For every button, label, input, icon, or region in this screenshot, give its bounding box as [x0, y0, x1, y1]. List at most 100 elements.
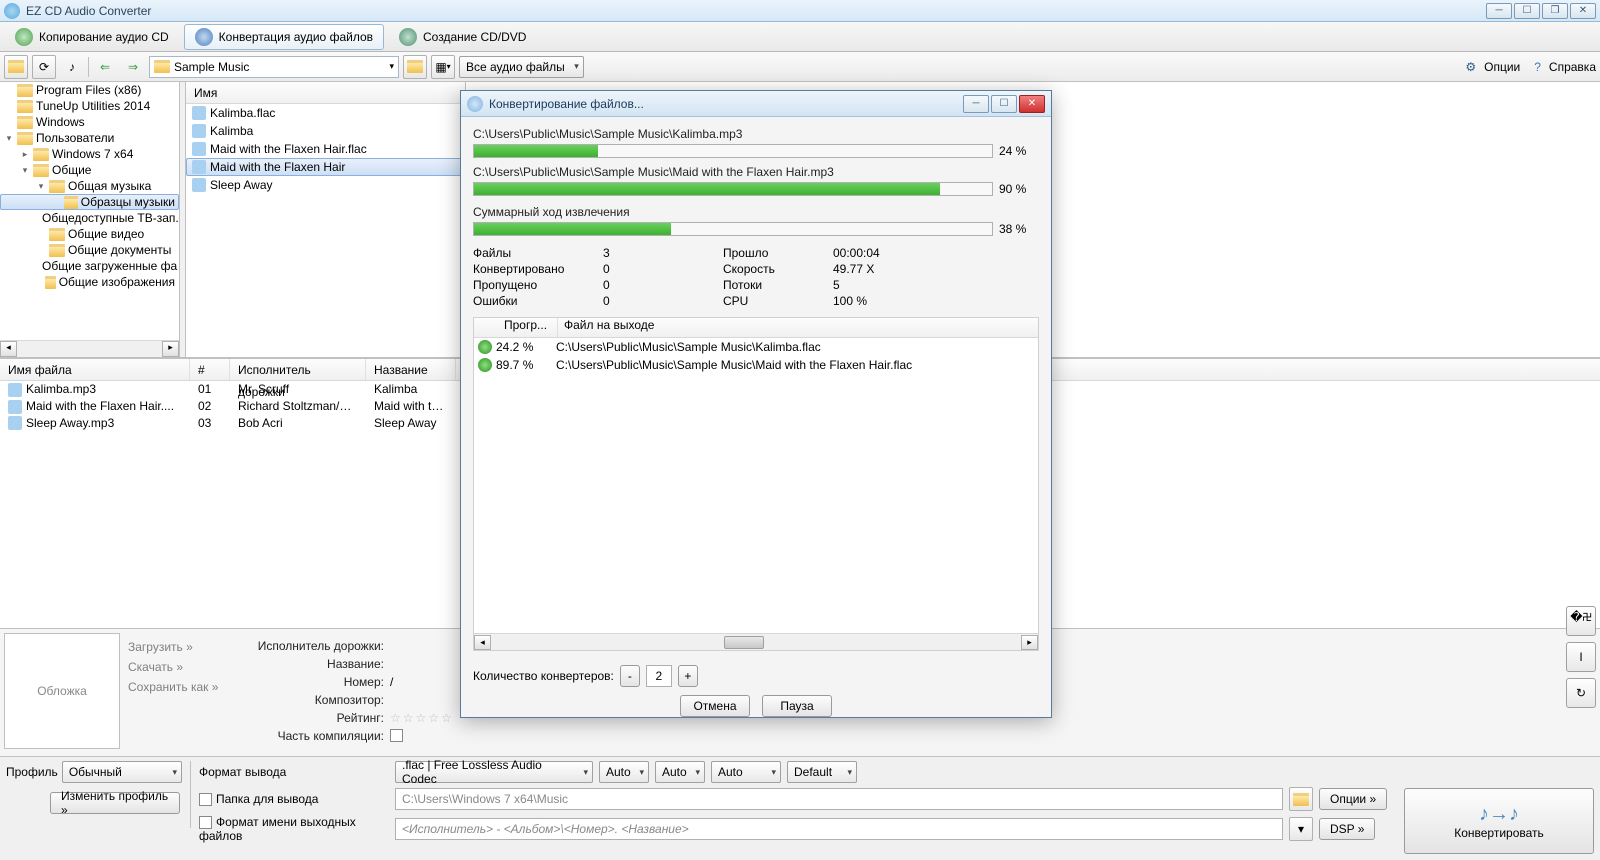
tree-item[interactable]: Общедоступные ТВ-зап...: [0, 210, 179, 226]
output-row[interactable]: 24.2 %C:\Users\Public\Music\Sample Music…: [474, 338, 1038, 356]
tree-item[interactable]: Общие видео: [0, 226, 179, 242]
folder-icon: [8, 60, 24, 73]
increase-button[interactable]: +: [678, 665, 698, 687]
folder-icon: [17, 132, 33, 145]
scroll-right-button[interactable]: ▸: [1021, 635, 1038, 650]
cd-icon: [15, 28, 33, 46]
auto1-dropdown[interactable]: Auto: [599, 761, 649, 783]
dialog-titlebar[interactable]: Конвертирование файлов... ─ ☐ ✕: [461, 91, 1051, 117]
forward-button[interactable]: ⇒: [121, 55, 145, 79]
tree-item[interactable]: Образцы музыки: [0, 194, 179, 210]
col-progress[interactable]: Прогр...: [474, 318, 558, 337]
outdir-field[interactable]: C:\Users\Windows 7 x64\Music: [395, 788, 1283, 810]
dialog-maximize-button[interactable]: ☐: [991, 95, 1017, 113]
convert-button[interactable]: ♪→♪ Конвертировать: [1404, 788, 1594, 854]
cover-art[interactable]: Обложка: [4, 633, 120, 749]
col-output[interactable]: Файл на выходе: [558, 318, 654, 337]
outdir-checkbox[interactable]: Папка для вывода: [199, 792, 389, 806]
sync-button[interactable]: ↻: [1566, 678, 1596, 708]
tab-convert[interactable]: Конвертация аудио файлов: [184, 24, 384, 50]
tree-item[interactable]: Общие документы: [0, 242, 179, 258]
tree-item[interactable]: ▾Пользователи: [0, 130, 179, 146]
refresh-button[interactable]: ⟳: [32, 55, 56, 79]
up-button[interactable]: [403, 55, 427, 79]
folder-tree[interactable]: Program Files (x86)TuneUp Utilities 2014…: [0, 82, 180, 357]
profile-dropdown[interactable]: Обычный: [62, 761, 182, 783]
restore-button[interactable]: ❐: [1542, 3, 1568, 19]
codec-dropdown[interactable]: .flac | Free Lossless Audio Codec: [395, 761, 593, 783]
queue-header[interactable]: Имя файла: [0, 359, 190, 380]
auto2-dropdown[interactable]: Auto: [655, 761, 705, 783]
tree-item[interactable]: TuneUp Utilities 2014: [0, 98, 179, 114]
converters-label: Количество конвертеров:: [473, 669, 614, 683]
pattern-menu-button[interactable]: ▾: [1289, 817, 1313, 841]
scroll-thumb[interactable]: [724, 636, 764, 649]
file-row[interactable]: Maid with the Flaxen Hair: [186, 158, 465, 176]
pattern-field[interactable]: <Исполнитель> - <Альбом>\<Номер>. <Назва…: [395, 818, 1283, 840]
compilation-checkbox[interactable]: [390, 729, 403, 742]
text-button[interactable]: I: [1566, 642, 1596, 672]
minimize-button[interactable]: ─: [1486, 3, 1512, 19]
back-button[interactable]: ⇐: [93, 55, 117, 79]
queue-header[interactable]: Исполнитель дорожки: [230, 359, 366, 380]
tree-item[interactable]: ▾Общие: [0, 162, 179, 178]
file-row[interactable]: Kalimba.flac: [186, 104, 465, 122]
filter-dropdown[interactable]: Все аудио файлы: [459, 56, 584, 78]
help-link[interactable]: Справка: [1549, 60, 1596, 74]
scroll-left-button[interactable]: ◂: [474, 635, 491, 650]
queue-row[interactable]: Kalimba.mp301Mr. ScruffKalimba: [0, 381, 460, 398]
queue-header[interactable]: #: [190, 359, 230, 380]
view-button[interactable]: ▦▾: [431, 55, 455, 79]
audio-file-icon: [192, 124, 206, 138]
status-ok-icon: [478, 340, 492, 354]
browse-outdir-button[interactable]: [1289, 787, 1313, 811]
dialog-close-button[interactable]: ✕: [1019, 95, 1045, 113]
tree-item[interactable]: Общие загруженные фа: [0, 258, 179, 274]
dialog-minimize-button[interactable]: ─: [963, 95, 989, 113]
scroll-right-button[interactable]: ▸: [162, 341, 179, 357]
pattern-checkbox[interactable]: Формат имени выходных файлов: [199, 815, 389, 843]
tab-burn[interactable]: Создание CD/DVD: [388, 24, 537, 50]
edit-profile-button[interactable]: Изменить профиль »: [50, 792, 180, 814]
dialog-icon: [467, 96, 483, 112]
audio-file-icon: [192, 106, 206, 120]
audio-file-icon: [8, 416, 22, 430]
horizontal-scrollbar[interactable]: ◂ ▸: [474, 633, 1038, 650]
auto3-dropdown[interactable]: Auto: [711, 761, 781, 783]
open-button[interactable]: [4, 55, 28, 79]
queue-row[interactable]: Maid with the Flaxen Hair....02Richard S…: [0, 398, 460, 415]
tree-item[interactable]: ▾Общая музыка: [0, 178, 179, 194]
maximize-button[interactable]: ☐: [1514, 3, 1540, 19]
folder-icon: [49, 228, 65, 241]
path-box[interactable]: Sample Music ▾: [149, 56, 399, 78]
options-button[interactable]: Опции »: [1319, 788, 1387, 810]
close-button[interactable]: ✕: [1570, 3, 1596, 19]
pause-button[interactable]: Пауза: [762, 695, 832, 717]
decrease-button[interactable]: -: [620, 665, 640, 687]
queue-header[interactable]: Название: [366, 359, 456, 380]
tree-item[interactable]: Общие изображения: [0, 274, 179, 290]
visualizer-button[interactable]: �࿖: [1566, 606, 1596, 636]
queue-row[interactable]: Sleep Away.mp303Bob AcriSleep Away: [0, 415, 460, 432]
file-row[interactable]: Maid with the Flaxen Hair.flac: [186, 140, 465, 158]
dsp-button[interactable]: DSP »: [1319, 818, 1375, 840]
file-row[interactable]: Kalimba: [186, 122, 465, 140]
tree-item[interactable]: Windows: [0, 114, 179, 130]
meta-action[interactable]: Сохранить как »: [128, 677, 222, 697]
tree-item[interactable]: Program Files (x86): [0, 82, 179, 98]
default-dropdown[interactable]: Default: [787, 761, 857, 783]
tab-cd-rip[interactable]: Копирование аудио CD: [4, 24, 180, 50]
note-icon[interactable]: ♪: [60, 55, 84, 79]
tree-item[interactable]: ▸Windows 7 x64: [0, 146, 179, 162]
file-list-header[interactable]: Имя: [186, 82, 465, 104]
file-row[interactable]: Sleep Away: [186, 176, 465, 194]
meta-action[interactable]: Загрузить »: [128, 637, 222, 657]
options-link[interactable]: Опции: [1484, 60, 1520, 74]
converters-field[interactable]: 2: [646, 665, 672, 687]
cancel-button[interactable]: Отмена: [680, 695, 750, 717]
file1-progress: [473, 144, 993, 158]
meta-action[interactable]: Скачать »: [128, 657, 222, 677]
scroll-left-button[interactable]: ◂: [0, 341, 17, 357]
output-row[interactable]: 89.7 %C:\Users\Public\Music\Sample Music…: [474, 356, 1038, 374]
convert-arrow-icon: ♪→♪: [1479, 803, 1519, 826]
